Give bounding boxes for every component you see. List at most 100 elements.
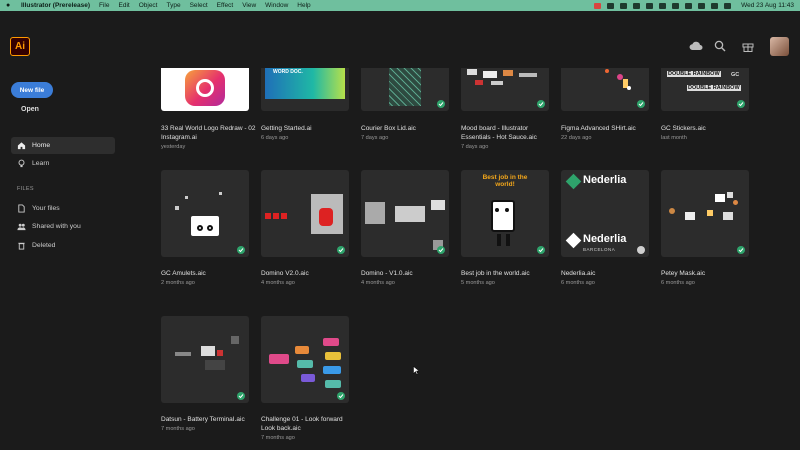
file-thumbnail[interactable]	[361, 68, 449, 111]
file-thumbnail[interactable]	[361, 170, 449, 257]
battery-icon[interactable]	[672, 2, 680, 9]
file-date: 22 days ago	[561, 135, 592, 141]
wifi-icon[interactable]	[685, 2, 693, 9]
file-name[interactable]: Domino - V1.0.aic	[361, 269, 457, 278]
file-date: 7 months ago	[161, 426, 195, 432]
file-name[interactable]: 33 Real World Logo Redraw - 02 Instagram…	[161, 124, 257, 142]
menubar-app-name[interactable]: Illustrator (Prerelease)	[21, 2, 90, 9]
file-date: 7 months ago	[261, 435, 295, 441]
file-date: 4 months ago	[361, 280, 395, 286]
file-date: 4 months ago	[261, 280, 295, 286]
apple-icon[interactable]: ●	[6, 2, 13, 9]
menu-window[interactable]: Window	[265, 2, 288, 9]
file-thumbnail[interactable]	[461, 68, 549, 111]
macos-menubar: ● Illustrator (Prerelease) File Edit Obj…	[0, 0, 800, 11]
tray-app-icon[interactable]	[633, 2, 641, 9]
synced-check-icon	[737, 246, 745, 254]
synced-check-icon	[437, 246, 445, 254]
new-file-button[interactable]: New file	[11, 82, 53, 98]
siri-icon[interactable]	[724, 2, 732, 9]
file-name[interactable]: Petey Mask.aic	[661, 269, 757, 278]
tray-app-icon[interactable]	[607, 2, 615, 9]
cloud-icon[interactable]	[688, 39, 704, 53]
file-thumbnail[interactable]	[161, 68, 249, 111]
file-date: yesterday	[161, 144, 186, 150]
synced-check-icon	[337, 246, 345, 254]
sidebar-item-learn[interactable]: Learn	[11, 155, 115, 172]
menu-select[interactable]: Select	[190, 2, 208, 9]
gift-icon[interactable]	[740, 39, 756, 53]
synced-check-icon	[237, 246, 245, 254]
sidebar-item-label: Your files	[32, 205, 60, 212]
file-thumbnail[interactable]	[261, 316, 349, 403]
menubar-tray: Wed 23 Aug 11:43	[594, 2, 794, 9]
search-icon[interactable]	[712, 39, 728, 53]
sidebar-item-your-files[interactable]: Your files	[11, 200, 115, 217]
open-link[interactable]: Open	[21, 106, 39, 113]
instagram-logo-icon	[185, 70, 225, 106]
sidebar-item-label: Home	[32, 142, 51, 149]
synced-check-icon	[637, 100, 645, 108]
file-name[interactable]: Getting Started.ai	[261, 124, 357, 133]
file-name[interactable]: Figma Advanced SHirt.aic	[561, 124, 657, 133]
file-thumbnail[interactable]	[161, 316, 249, 403]
sidebar-item-deleted[interactable]: Deleted	[11, 237, 115, 254]
tray-app-icon[interactable]	[620, 2, 628, 9]
thumbnail-text: WORD DOC.	[273, 69, 303, 75]
file-name[interactable]: GC Amulets.aic	[161, 269, 257, 278]
file-name[interactable]: Courier Box Lid.aic	[361, 124, 457, 133]
menu-edit[interactable]: Edit	[119, 2, 130, 9]
illustrator-logo[interactable]: Ai	[10, 37, 30, 56]
file-name[interactable]: Domino V2.0.aic	[261, 269, 357, 278]
file-date: 2 months ago	[161, 280, 195, 286]
avatar[interactable]	[770, 37, 789, 56]
file-date: 5 months ago	[461, 280, 495, 286]
menu-view[interactable]: View	[242, 2, 256, 9]
menu-object[interactable]: Object	[139, 2, 158, 9]
home-icon	[17, 142, 26, 150]
menu-help[interactable]: Help	[297, 2, 310, 9]
record-icon[interactable]	[594, 2, 602, 9]
document-icon	[18, 204, 25, 213]
file-name[interactable]: Challenge 01 - Look forward Look back.ai…	[261, 415, 357, 433]
file-thumbnail[interactable]	[161, 170, 249, 257]
scrollbar[interactable]	[792, 68, 796, 450]
file-thumbnail[interactable]: DOUBLE RAINBOW GC DOUBLE RAINBOW	[661, 68, 749, 111]
file-thumbnail[interactable]	[261, 170, 349, 257]
menu-file[interactable]: File	[99, 2, 109, 9]
search-icon[interactable]	[698, 2, 706, 9]
control-center-icon[interactable]	[711, 2, 719, 9]
file-date: 6 months ago	[561, 280, 595, 286]
clock-status-icon[interactable]	[646, 2, 654, 9]
file-thumbnail[interactable]: WORD DOC.	[261, 68, 349, 111]
synced-check-icon	[237, 392, 245, 400]
file-name[interactable]: Nederlia.aic	[561, 269, 657, 278]
nederlia-logo-icon	[565, 232, 582, 249]
synced-check-icon	[737, 100, 745, 108]
file-thumbnail[interactable]: Best job in the world!	[461, 170, 549, 257]
file-name[interactable]: Mood board - Illustrator Essentials - Ho…	[461, 124, 557, 142]
cloud-sync-icon	[637, 246, 645, 254]
sidebar-item-home[interactable]: Home	[11, 137, 115, 154]
file-thumbnail[interactable]: Nederlia Nederlia BARCELONA	[561, 170, 649, 257]
thumbnail-text: GC	[731, 72, 740, 78]
menu-effect[interactable]: Effect	[217, 2, 234, 9]
thumbnail-text: DOUBLE RAINBOW	[667, 71, 721, 77]
mouse-cursor-icon	[413, 366, 419, 375]
sidebar: New file Open Home Learn FILES Your file…	[0, 68, 128, 450]
synced-check-icon	[537, 246, 545, 254]
sidebar-item-shared[interactable]: Shared with you	[11, 218, 115, 235]
file-name[interactable]: Best job in the world.aic	[461, 269, 557, 278]
bluetooth-icon[interactable]	[659, 2, 667, 9]
file-name[interactable]: GC Stickers.aic	[661, 124, 757, 133]
file-thumbnail[interactable]	[661, 170, 749, 257]
files-section-label: FILES	[17, 186, 34, 192]
menu-type[interactable]: Type	[167, 2, 181, 9]
synced-check-icon	[337, 392, 345, 400]
thumbnail-text: DOUBLE RAINBOW	[687, 85, 741, 91]
menubar-clock[interactable]: Wed 23 Aug 11:43	[741, 2, 794, 9]
thumbnail-text: Best job in the world!	[482, 174, 528, 188]
file-name[interactable]: Datsun - Battery TerminaI.aic	[161, 415, 257, 424]
file-thumbnail[interactable]	[561, 68, 649, 111]
sidebar-item-label: Deleted	[32, 242, 56, 249]
